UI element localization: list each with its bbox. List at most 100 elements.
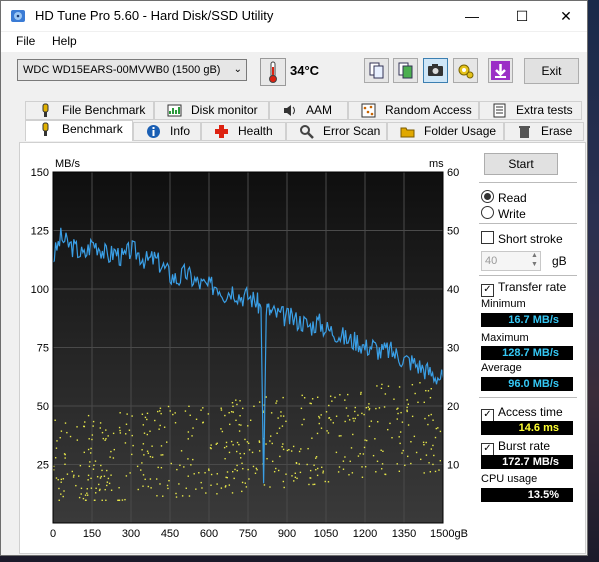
access-time-point: [198, 472, 200, 474]
access-time-point: [146, 412, 149, 415]
access-time-point: [353, 420, 355, 422]
tab-folder-usage[interactable]: Folder Usage: [387, 122, 504, 141]
access-time-point: [254, 472, 257, 475]
access-time-point: [338, 466, 341, 468]
access-time-point: [241, 481, 244, 484]
access-time-point: [364, 465, 367, 468]
tab-extra-tests[interactable]: Extra tests: [479, 101, 582, 120]
exit-button[interactable]: Exit: [524, 58, 579, 84]
tab-error-scan[interactable]: Error Scan: [286, 122, 387, 141]
access-time-point: [273, 470, 276, 473]
tab-file-benchmark[interactable]: File Benchmark: [25, 101, 154, 120]
access-time-point: [128, 429, 131, 431]
short-stroke-checkbox[interactable]: Short stroke: [481, 231, 563, 246]
access-time-point: [76, 439, 79, 441]
access-time-point: [428, 462, 430, 464]
access-time-point: [176, 468, 178, 471]
write-radio[interactable]: Write: [481, 206, 526, 221]
access-time-point: [253, 405, 255, 407]
access-time-point: [224, 457, 226, 460]
access-time-point: [230, 440, 233, 443]
tab-label: Disk monitor: [191, 103, 258, 117]
access-time-point: [231, 492, 234, 494]
y-right-tick-label: 60: [447, 167, 459, 179]
access-time-point: [75, 484, 77, 487]
minimize-button[interactable]: —: [449, 1, 495, 31]
access-time-point: [377, 421, 379, 423]
tab-info[interactable]: Info: [133, 122, 201, 141]
access-time-point: [407, 424, 410, 426]
menu-help[interactable]: Help: [52, 34, 77, 48]
tab-health[interactable]: Health: [201, 122, 286, 141]
access-time-point: [308, 483, 310, 486]
access-time-point: [181, 495, 184, 497]
access-time-point: [252, 465, 255, 468]
menu-file[interactable]: File: [16, 34, 35, 48]
access-time-point: [232, 470, 234, 473]
access-time-point: [83, 425, 85, 428]
access-time-point: [313, 464, 315, 466]
access-time-point: [119, 412, 121, 414]
access-time-point: [243, 452, 246, 455]
close-button[interactable]: ✕: [543, 1, 589, 31]
access-time-point: [280, 415, 282, 417]
access-time-point: [282, 448, 285, 451]
access-time-point: [63, 490, 65, 492]
drive-select[interactable]: WDC WD15EARS-00MVWB0 (1500 gB) ⌄: [17, 59, 247, 81]
access-time-point: [169, 410, 171, 412]
maximum-label: Maximum: [481, 332, 529, 344]
tab-aam[interactable]: AAM: [269, 101, 348, 120]
magnifier-icon: [299, 124, 314, 139]
access-time-point: [136, 465, 139, 468]
transfer-rate-checkbox[interactable]: ✓ Transfer rate: [481, 280, 566, 297]
y-left-axis-label: MB/s: [55, 158, 81, 170]
access-time-point: [144, 478, 146, 481]
access-time-point: [389, 422, 391, 425]
access-time-point: [124, 442, 127, 444]
access-time-point: [301, 423, 303, 426]
radio-read-indicator: [481, 190, 494, 203]
burst-rate-checkbox[interactable]: ✓ Burst rate: [481, 439, 550, 456]
tab-disk-monitor[interactable]: Disk monitor: [154, 101, 269, 120]
access-time-point: [201, 487, 203, 489]
maximize-button[interactable]: ☐: [499, 1, 545, 31]
access-time-point: [376, 460, 379, 463]
access-time-point: [281, 446, 283, 448]
divider: [479, 275, 577, 276]
stroke-size-stepper[interactable]: ▲ ▼: [528, 251, 541, 271]
access-time-point: [202, 422, 204, 424]
access-time-point: [225, 476, 227, 479]
access-time-point: [328, 404, 330, 407]
start-button[interactable]: Start: [484, 153, 558, 175]
copy-info-button[interactable]: [393, 58, 418, 83]
x-tick-label: 1200: [353, 528, 377, 540]
save-button[interactable]: [488, 58, 513, 83]
x-tick-label: 0: [50, 528, 56, 540]
access-time-point: [185, 487, 187, 489]
access-time-point: [55, 447, 58, 449]
screenshot-button[interactable]: [423, 58, 448, 83]
read-label: Read: [498, 191, 527, 205]
access-time-point: [231, 402, 234, 404]
access-time-point: [105, 429, 107, 431]
access-time-point: [242, 467, 244, 470]
access-time-point: [354, 417, 356, 420]
access-time-point: [362, 453, 365, 455]
access-time-point: [315, 456, 318, 458]
access-time-point: [100, 464, 102, 467]
access-time-point: [248, 449, 251, 451]
access-time-checkbox[interactable]: ✓ Access time: [481, 405, 563, 422]
read-radio[interactable]: Read: [481, 190, 527, 205]
tab-random-access[interactable]: Random Access: [348, 101, 479, 120]
access-time-point: [125, 433, 127, 435]
access-time-point: [414, 392, 416, 395]
tab-benchmark[interactable]: Benchmark: [25, 120, 133, 141]
access-time-point: [142, 443, 145, 445]
copy-text-button[interactable]: [364, 58, 389, 83]
tab-erase[interactable]: Erase: [504, 122, 584, 141]
access-time-point: [361, 412, 363, 415]
access-time-point: [344, 420, 346, 423]
access-time-point: [107, 477, 110, 480]
options-button[interactable]: [453, 58, 478, 83]
access-time-point: [95, 492, 97, 494]
